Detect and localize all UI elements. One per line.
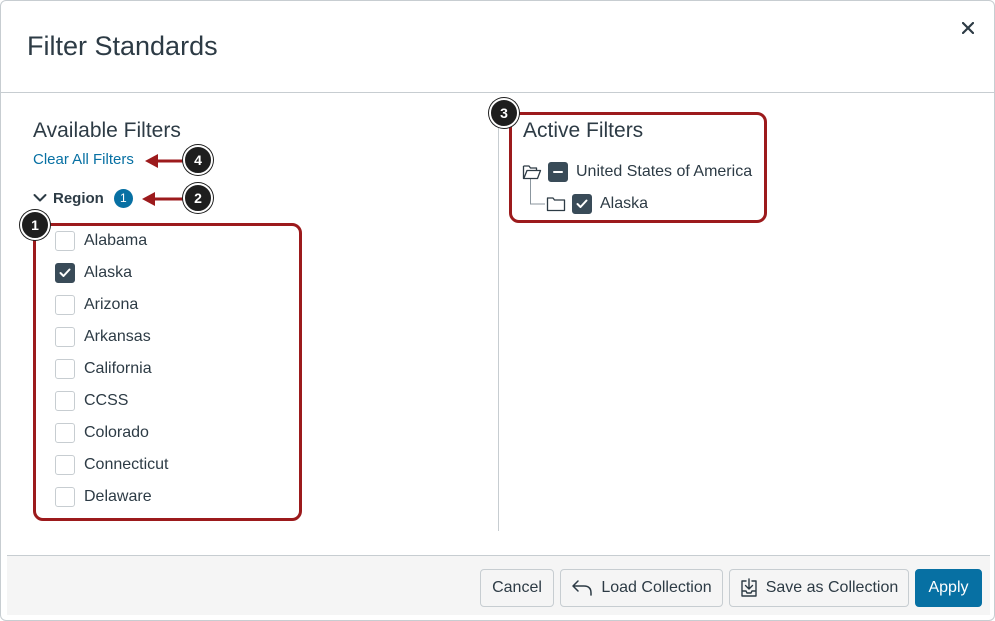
modal-footer: Cancel Load Collection Save as Collectio… [7,555,990,615]
download-tray-icon [741,578,757,597]
region-count-badge: 1 [113,188,133,208]
callout-arrow-2 [142,192,187,206]
apply-button[interactable]: Apply [915,569,982,607]
callout-box-active-filters [509,112,767,223]
load-collection-button[interactable]: Load Collection [560,569,723,607]
callout-marker-2: 2 [183,183,213,213]
close-button[interactable] [958,18,978,38]
close-icon [962,22,974,34]
region-toggle[interactable]: Region 1 [33,187,133,209]
region-label: Region [53,189,104,207]
filter-standards-modal: Filter Standards Available Filters Clear… [0,0,995,621]
callout-marker-4: 4 [183,145,213,175]
save-as-collection-label: Save as Collection [765,579,899,596]
callout-marker-3: 3 [489,98,519,128]
clear-all-filters-link[interactable]: Clear All Filters [33,151,134,168]
apply-button-label: Apply [928,579,969,596]
callout-box-checkbox-list [33,223,302,521]
save-as-collection-button[interactable]: Save as Collection [729,569,909,607]
modal-title: Filter Standards [27,31,218,61]
callout-marker-1: 1 [20,210,50,240]
callout-arrow-4 [145,154,186,168]
chevron-down-icon [33,194,47,202]
cancel-button[interactable]: Cancel [480,569,554,607]
modal-header: Filter Standards [1,1,994,93]
undo-arrow-icon [572,580,593,596]
cancel-button-label: Cancel [492,579,542,596]
load-collection-label: Load Collection [601,579,712,596]
column-divider [498,113,499,531]
available-filters-heading: Available Filters [33,119,181,142]
